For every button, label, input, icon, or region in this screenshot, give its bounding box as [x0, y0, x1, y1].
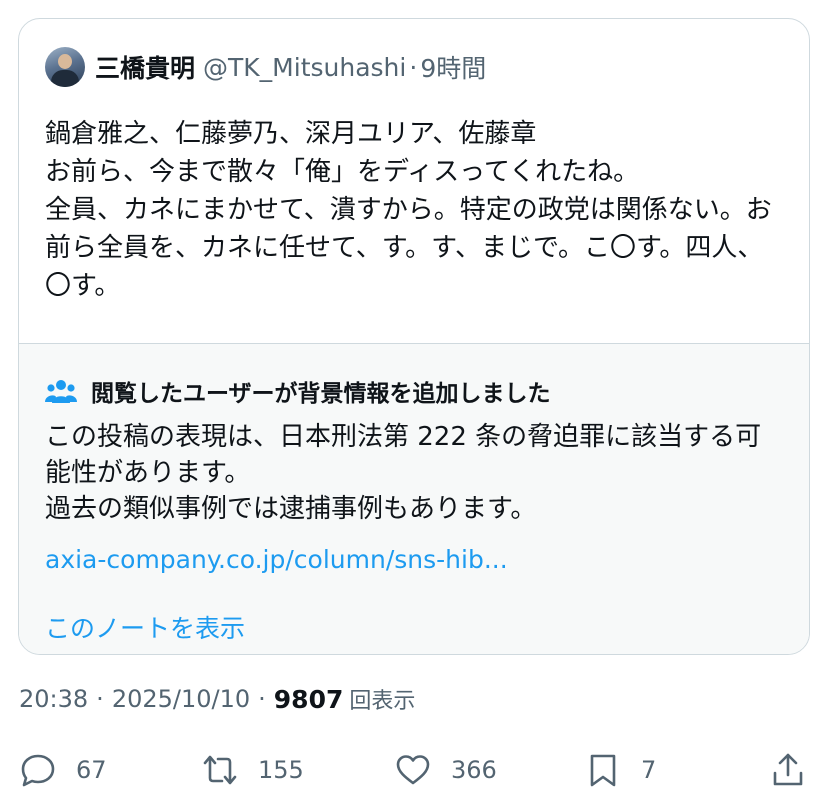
share-button[interactable]: [770, 745, 806, 795]
meta-separator: ·: [258, 685, 266, 713]
bookmark-button[interactable]: 7: [585, 745, 656, 795]
action-bar: 67 155 366 7: [0, 745, 828, 795]
author-name[interactable]: 三橋貴明: [95, 49, 195, 85]
author-handle[interactable]: @TK_Mitsuhashi: [203, 53, 406, 82]
retweet-count: 155: [258, 756, 304, 784]
people-icon: [45, 380, 77, 403]
quoted-tweet-text: 鍋倉雅之、仁藤夢乃、深月ユリア、佐藤章 お前ら、今まで散々「俺」をディスってくれ…: [45, 119, 772, 301]
quoted-tweet[interactable]: 三橋貴明 @TK_Mitsuhashi · 9時間 鍋倉雅之、仁藤夢乃、深月ユリ…: [19, 19, 809, 343]
show-note-link[interactable]: このノートを表示: [45, 609, 245, 645]
bookmark-count: 7: [641, 756, 657, 784]
reply-button[interactable]: 67: [20, 745, 107, 795]
bookmark-icon: [590, 754, 616, 787]
community-note: 閲覧したユーザーが背景情報を追加しました この投稿の表現は、日本刑法第 222 …: [19, 343, 809, 654]
post-time[interactable]: 9時間: [420, 49, 486, 85]
community-note-link[interactable]: axia-company.co.jp/column/sns-hib...: [45, 545, 508, 574]
separator-dot: ·: [409, 52, 418, 82]
retweet-icon: [203, 755, 237, 785]
reply-icon: [21, 754, 55, 787]
tweet-meta: 20:38 · 2025/10/10 · 9807 回表示: [19, 683, 415, 715]
community-note-title: 閲覧したユーザーが背景情報を追加しました: [91, 381, 551, 407]
community-note-body: この投稿の表現は、日本刑法第 222 条の脅迫罪に該当する可能性があります。 過…: [45, 422, 762, 524]
like-count: 366: [451, 756, 497, 784]
view-count-label: 回表示: [349, 689, 416, 714]
reply-count: 67: [76, 756, 107, 784]
heart-icon: [396, 755, 430, 785]
community-note-header: 閲覧したユーザーが背景情報を追加しました: [45, 374, 551, 408]
avatar[interactable]: [45, 47, 85, 87]
quoted-tweet-header: 三橋貴明 @TK_Mitsuhashi · 9時間: [45, 45, 486, 89]
retweet-button[interactable]: 155: [202, 745, 304, 795]
quoted-tweet-card[interactable]: 三橋貴明 @TK_Mitsuhashi · 9時間 鍋倉雅之、仁藤夢乃、深月ユリ…: [18, 18, 810, 655]
like-button[interactable]: 366: [395, 745, 497, 795]
tweet-time[interactable]: 20:38: [19, 685, 88, 713]
share-icon: [773, 753, 803, 786]
view-count: 9807: [273, 684, 344, 714]
tweet-date[interactable]: 2025/10/10: [112, 685, 250, 713]
meta-separator: ·: [96, 685, 104, 713]
